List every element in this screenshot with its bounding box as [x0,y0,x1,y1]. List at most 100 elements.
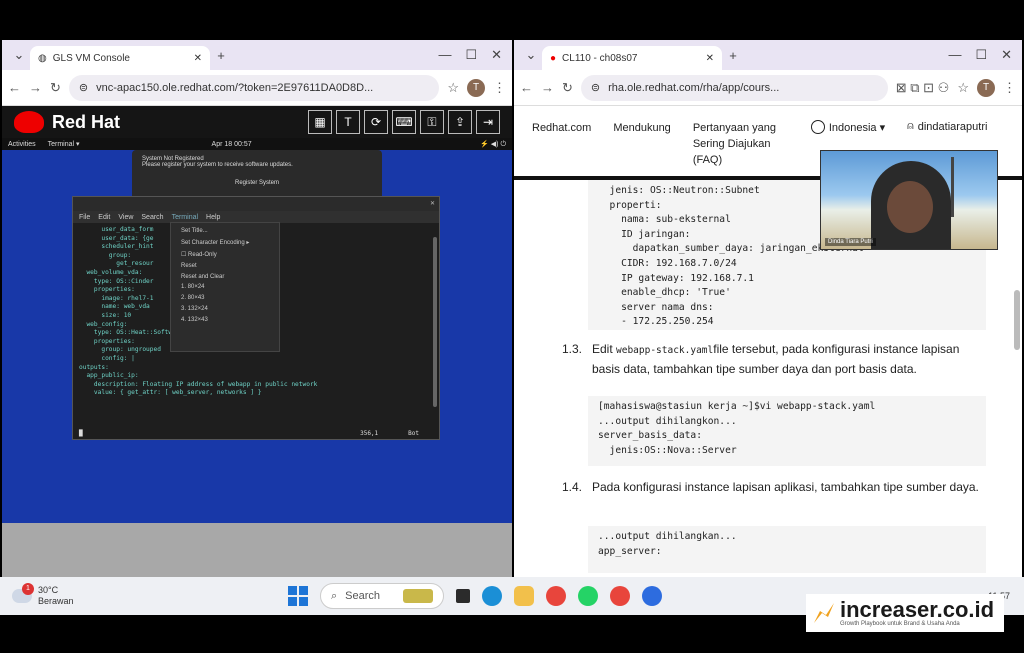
user-menu[interactable]: ⍝ dindatiaraputri [907,120,987,133]
reload-icon[interactable]: ↻ [50,80,61,96]
page-scrollbar[interactable] [1014,290,1020,350]
tab-list-chevron-icon[interactable]: ⌄ [520,47,542,63]
nav-support-link[interactable]: Mendukung [613,120,671,136]
menu-item-reset[interactable]: Reset [171,260,279,271]
zoom-icon[interactable] [642,586,662,606]
notification-popup: System Not Registered Please register yo… [132,150,382,200]
tab-vm-console[interactable]: ◍ GLS VM Console ✕ [30,46,210,70]
language-selector[interactable]: Indonesia ▾ [810,120,885,134]
terminal-scrollbar[interactable] [433,237,437,407]
menu-help[interactable]: Help [206,214,220,221]
tab-list-chevron-icon[interactable]: ⌄ [8,47,30,63]
nav-faq-link[interactable]: Pertanyaan yang Sering Diajukan (FAQ) [693,120,789,168]
terminal-dropdown-menu: Set Title... Set Character Encoding ▸ ☐ … [170,222,280,352]
terminal-titlebar: ✕ [73,197,439,211]
minimize-icon[interactable]: — [948,47,961,63]
vnc-viewport[interactable]: Red Hat ▦ T ⟳ ⌨ ⚿ ⇪ ⇥ Activities Termina… [2,106,512,577]
vnc-tool-refresh[interactable]: ⟳ [364,110,388,134]
vnc-tool-text[interactable]: T [336,110,360,134]
reload-icon[interactable]: ↻ [562,80,573,96]
new-tab-icon[interactable]: + [722,48,744,63]
system-menu-icon[interactable]: ⚡ ◀) ⏻ [480,140,506,149]
browser-menu-icon[interactable]: ⋮ [493,80,506,96]
close-tab-icon[interactable]: ✕ [706,53,714,64]
menu-item-size-2[interactable]: 2. 80×43 [171,293,279,304]
menu-view[interactable]: View [118,214,133,221]
chrome-profile-icon[interactable] [610,586,630,606]
vnc-tool-upload[interactable]: ⇪ [448,110,472,134]
forward-icon[interactable]: → [29,80,42,95]
vim-statusline: █ 356,1 Bot [79,430,419,437]
menu-terminal[interactable]: Terminal [172,214,198,221]
maximize-icon[interactable]: ☐ [465,47,477,63]
increaser-watermark: increaser.co.id Growth Playbook untuk Br… [806,594,1004,632]
menu-search[interactable]: Search [141,214,163,221]
close-window-icon[interactable]: ✕ [491,47,502,63]
cursor-position: 356,1 [360,430,379,437]
menu-item-size-1[interactable]: 1. 80×24 [171,282,279,293]
menu-file[interactable]: File [79,214,90,221]
url-field[interactable]: ⊜ rha.ole.redhat.com/rha/app/cours... [580,74,888,101]
profile-avatar[interactable]: T [977,78,995,97]
bookmark-star-icon[interactable]: ☆ [957,80,969,96]
close-window-icon[interactable]: ✕ [1001,47,1012,63]
task-view-icon[interactable] [456,589,470,603]
vnc-tool-mouse[interactable]: ⚿ [420,110,444,134]
menu-edit[interactable]: Edit [98,214,110,221]
vnc-tool-tab[interactable]: ⇥ [476,110,500,134]
minimize-icon[interactable]: — [438,47,451,63]
back-icon[interactable]: ← [520,80,533,95]
vm-console-window: ⌄ ◍ GLS VM Console ✕ + — ☐ ✕ ← → ↻ ⊜ vnc… [2,40,512,577]
close-terminal-icon[interactable]: ✕ [430,197,435,211]
address-bar-right: ← → ↻ ⊜ rha.ole.redhat.com/rha/app/cours… [514,70,1022,106]
menu-item-size-4[interactable]: 4. 132×43 [171,314,279,325]
globe-icon [810,120,825,134]
new-tab-icon[interactable]: + [210,48,232,63]
register-system-button[interactable]: Register System [142,180,372,186]
username: dindatiaraputri [917,120,988,133]
whatsapp-icon[interactable] [578,586,598,606]
menu-item-set-title[interactable]: Set Title... [171,226,279,237]
palm-tree [951,157,991,217]
edge-icon[interactable] [482,586,502,606]
menu-item-size-3[interactable]: 3. 132×24 [171,303,279,314]
tab-strip-right: ⌄ ● CL110 - ch08s07 ✕ + — ☐ ✕ [514,40,1022,70]
vnc-tool-keyboard-icon[interactable]: ▦ [308,110,332,134]
cloud-icon: 1 [12,583,34,603]
taskbar-search[interactable]: ⌕ Search [320,583,444,609]
menu-item-encoding[interactable]: Set Character Encoding ▸ [171,237,279,249]
step-number: 1.3. [562,342,583,356]
nav-redhat-link[interactable]: Redhat.com [532,120,591,136]
bookmark-star-icon[interactable]: ☆ [447,80,459,96]
close-tab-icon[interactable]: ✕ [194,53,202,64]
gnome-clock[interactable]: Apr 18 00:57 [212,141,252,148]
terminal-line: app_public_ip: [79,372,139,380]
activities-button[interactable]: Activities [8,141,36,148]
profile-avatar[interactable]: T [467,78,485,97]
file-explorer-icon[interactable] [514,586,534,606]
site-info-icon[interactable]: ⊜ [79,81,88,94]
site-info-icon[interactable]: ⊜ [591,81,600,94]
weather-temp: 30°C [38,585,59,595]
forward-icon[interactable]: → [541,80,554,95]
back-icon[interactable]: ← [8,80,21,95]
window-controls: — ☐ ✕ [438,47,506,63]
windows-start-icon[interactable] [288,586,308,606]
redhat-favicon-icon: ● [550,52,557,64]
browser-menu-icon[interactable]: ⋮ [1003,80,1016,96]
scroll-position: Bot [408,430,419,437]
tab-course[interactable]: ● CL110 - ch08s07 ✕ [542,46,722,70]
vnc-tool-keys[interactable]: ⌨ [392,110,416,134]
weather-desc: Berawan [38,596,74,606]
maximize-icon[interactable]: ☐ [975,47,987,63]
extension-icons[interactable]: ⊠ ⧉ ⊡ ⚇ [896,80,950,96]
menu-item-reset-clear[interactable]: Reset and Clear [171,271,279,282]
terminal-app-menu[interactable]: Terminal ▾ [48,140,80,148]
url-field[interactable]: ⊜ vnc-apac150.ole.redhat.com/?token=2E97… [68,74,440,101]
weather-widget[interactable]: 1 30°C Berawan [12,583,74,607]
menu-item-read-only[interactable]: ☐ Read-Only [171,249,279,261]
terminal-line: description: Floating IP address of weba… [79,380,318,388]
vnc-empty-area [2,523,512,577]
chrome-icon[interactable] [546,586,566,606]
url-text: rha.ole.redhat.com/rha/app/cours... [608,81,780,94]
